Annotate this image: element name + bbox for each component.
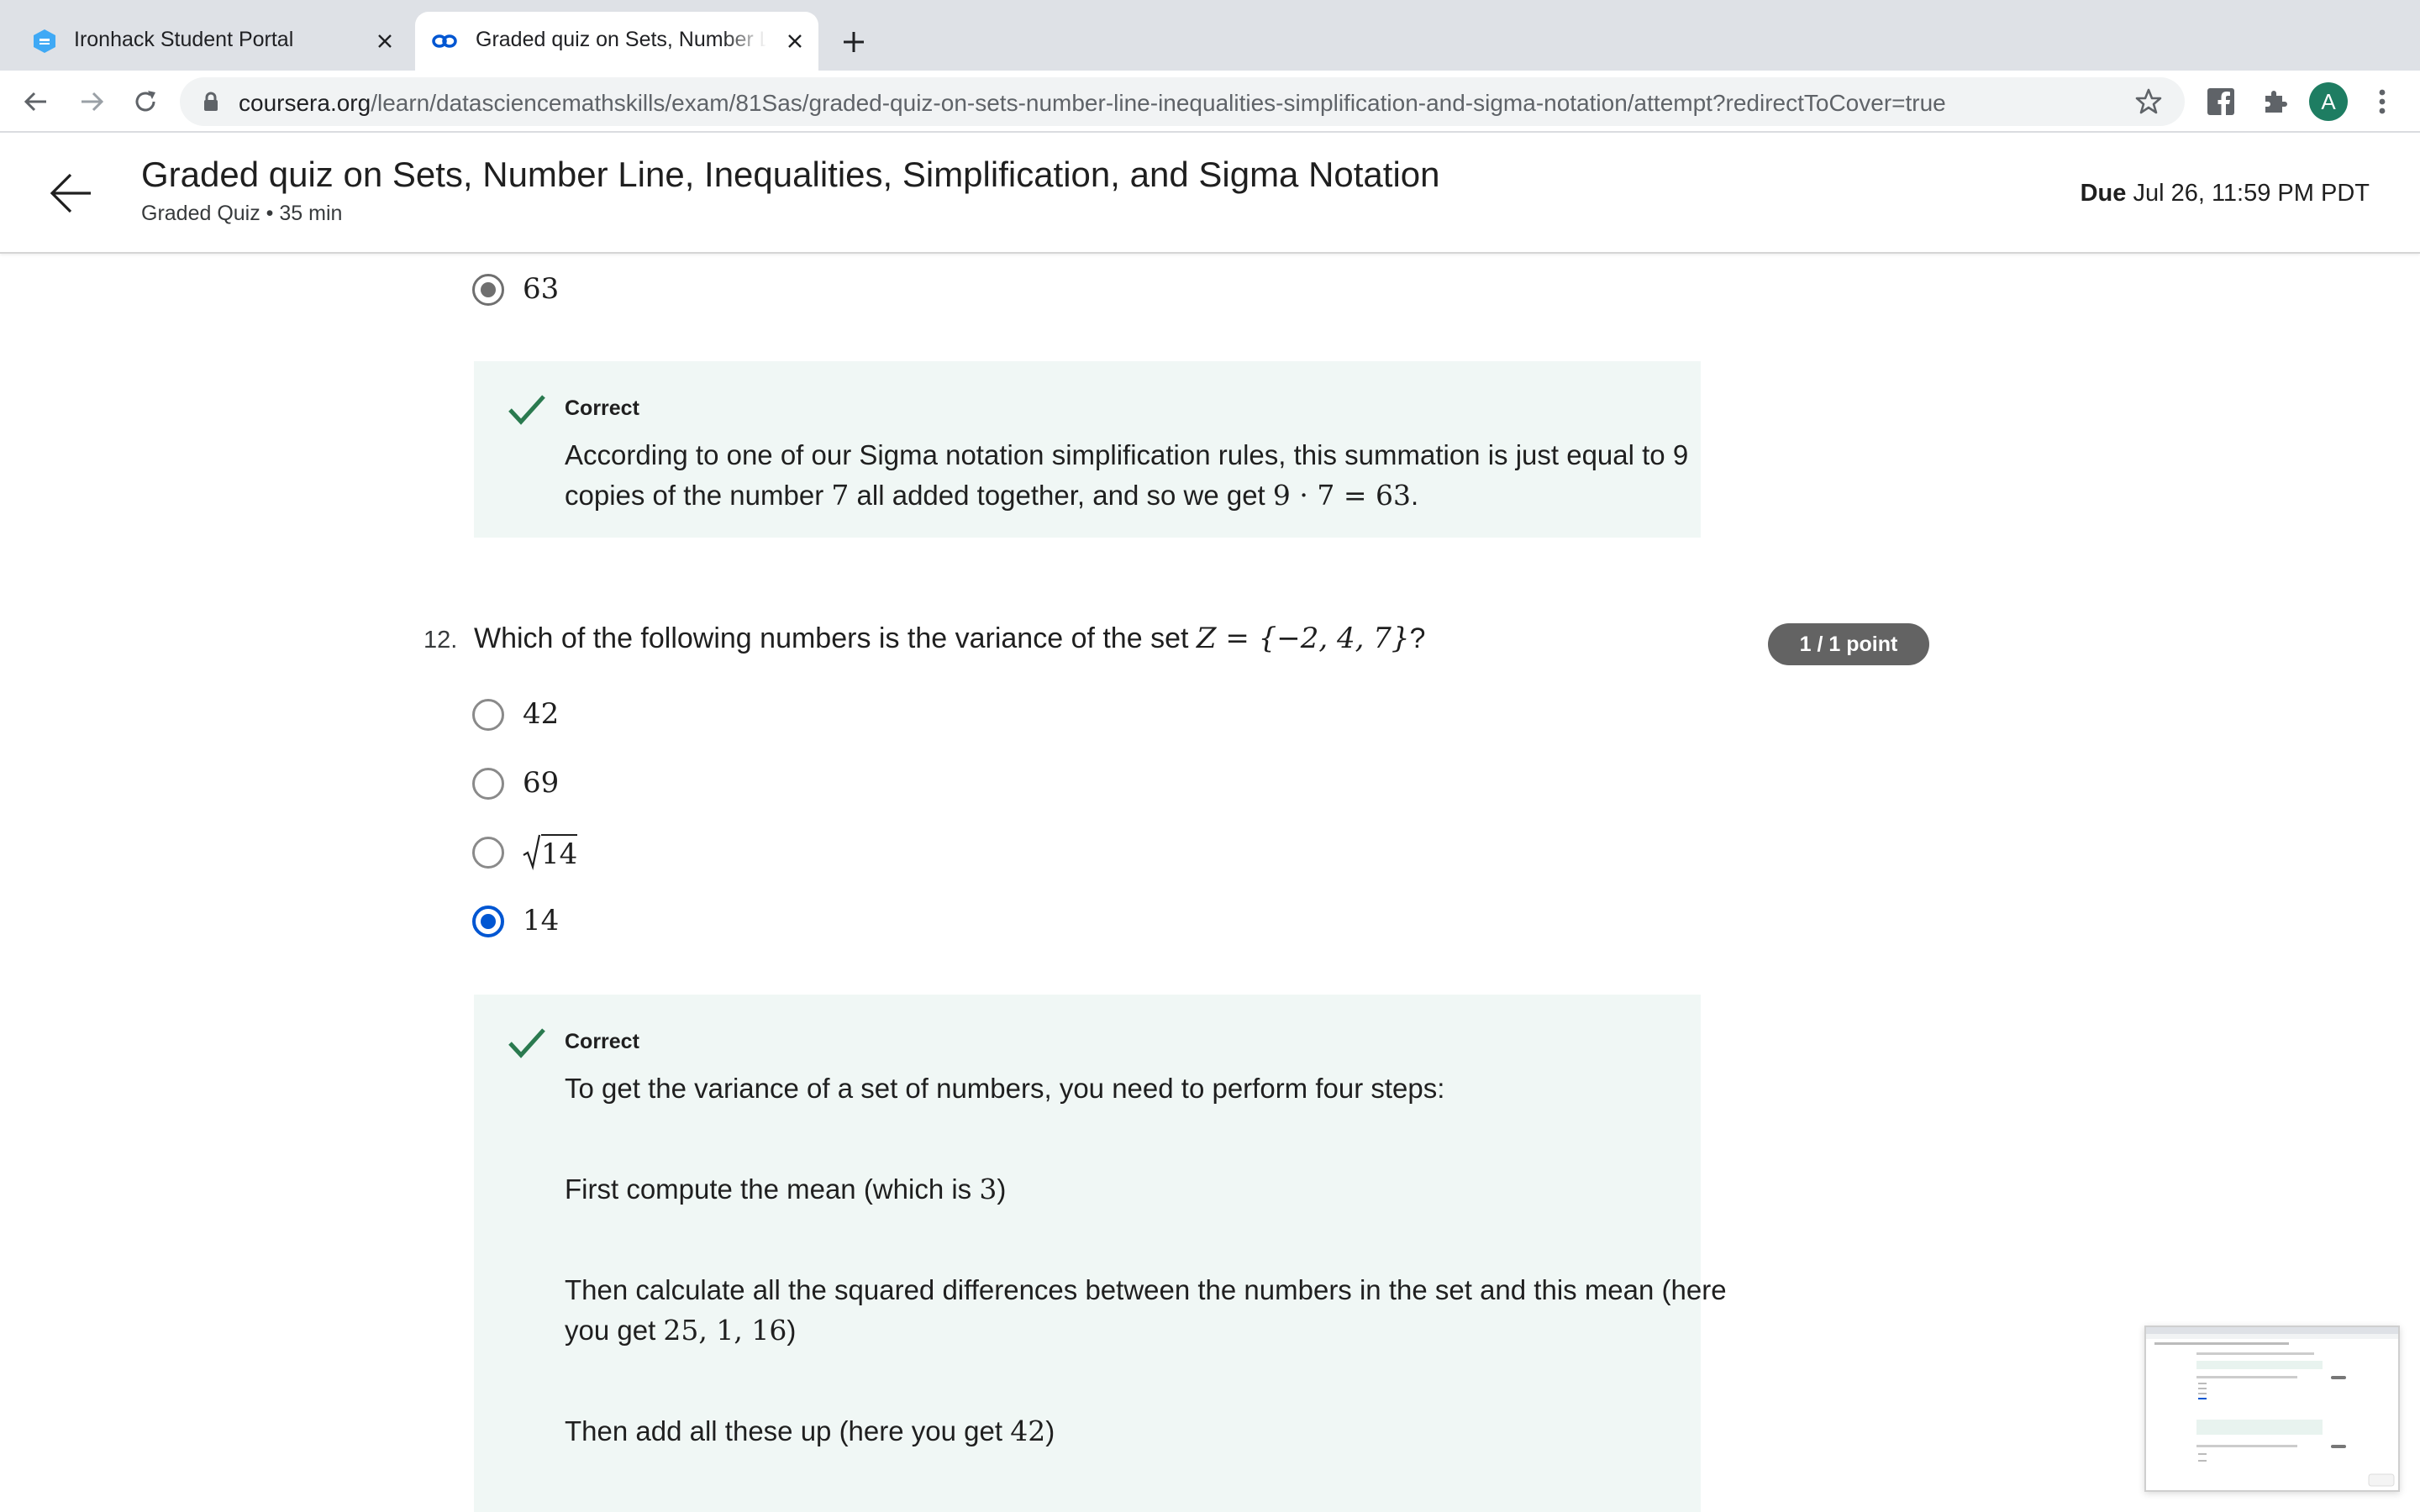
feedback-text-part: First compute the mean (which is	[565, 1173, 980, 1205]
page-title: Graded quiz on Sets, Number Line, Inequa…	[141, 155, 1440, 194]
url-host: coursera.org	[239, 90, 371, 116]
profile-avatar[interactable]: A	[2309, 82, 2348, 121]
screenshot-thumbnail[interactable]	[2144, 1326, 2400, 1492]
due-label: Due	[2080, 180, 2127, 207]
feedback-text-part: )	[997, 1173, 1007, 1205]
tab-coursera-quiz[interactable]: Graded quiz on Sets, Number Line	[415, 12, 818, 71]
question-text: Which of the following numbers is the va…	[474, 622, 1425, 655]
reload-icon[interactable]	[128, 84, 163, 119]
checkmark-icon	[508, 393, 546, 427]
q12-option-label: 42	[523, 697, 560, 731]
bookmark-star-icon[interactable]	[2134, 87, 2163, 116]
feedback-text-part: .	[1411, 480, 1419, 511]
browser-toolbar: coursera.org/learn/datasciencemathskills…	[0, 71, 2420, 133]
browser-tab-strip: Ironhack Student Portal Graded quiz on S…	[0, 0, 2420, 71]
tab-close-icon[interactable]	[370, 26, 400, 56]
feedback-text-part: Then add all these up (here you get	[565, 1415, 1011, 1446]
coursera-favicon-icon	[430, 27, 459, 55]
q11-option-label: 63	[523, 272, 560, 306]
back-arrow-icon[interactable]	[47, 170, 94, 217]
due-value: Jul 26, 11:59 PM PDT	[2133, 180, 2370, 207]
extensions-puzzle-icon[interactable]	[2257, 84, 2292, 119]
feedback-intro: To get the variance of a set of numbers,…	[565, 1073, 1445, 1104]
tab-title: Graded quiz on Sets, Number Line	[476, 28, 766, 51]
q12-option-sqrt: 14	[523, 833, 578, 871]
question-text-part: ?	[1409, 622, 1426, 654]
quiz-content: 63 Correct According to one of our Sigma…	[0, 254, 2420, 1512]
question-text-part: Which of the following numbers is the va…	[474, 622, 1197, 654]
q12-option-label: 69	[523, 766, 560, 800]
feedback-step-3: Then add all these up (here you get 42)	[565, 1411, 1775, 1452]
back-arrow-icon[interactable]	[18, 84, 54, 119]
forward-arrow-icon[interactable]	[74, 84, 109, 119]
math-inline: 42	[1010, 1415, 1046, 1447]
math-inline: 3	[979, 1173, 997, 1205]
quiz-header: Graded quiz on Sets, Number Line, Inequa…	[0, 133, 2420, 254]
menu-kebab-icon[interactable]	[2365, 84, 2400, 119]
ironhack-favicon-icon	[30, 27, 59, 55]
new-tab-plus-icon[interactable]	[837, 25, 871, 59]
tab-title: Ironhack Student Portal	[74, 28, 294, 51]
score-badge: 1 / 1 point	[1768, 623, 1929, 665]
feedback-title: Correct	[565, 396, 639, 420]
address-bar[interactable]: coursera.org/learn/datasciencemathskills…	[180, 77, 2185, 126]
checkmark-icon	[508, 1026, 546, 1060]
feedback-text-part: )	[1045, 1415, 1055, 1446]
math-inline: 25, 1, 16	[663, 1314, 787, 1347]
q11-feedback-panel: Correct According to one of our Sigma no…	[474, 361, 1701, 538]
math-inline: 9 · 7 = 63	[1272, 479, 1411, 512]
feedback-step-2: Then calculate all the squared differenc…	[565, 1270, 1775, 1351]
tab-ironhack[interactable]: Ironhack Student Portal	[17, 12, 408, 71]
q12-feedback-panel: Correct To get the variance of a set of …	[474, 995, 1727, 1512]
due-date: Due Jul 26, 11:59 PM PDT	[2081, 180, 2370, 207]
lock-icon	[200, 91, 222, 113]
math-inline: 7	[831, 479, 850, 512]
quiz-meta: Graded Quiz • 35 min	[141, 202, 343, 225]
feedback-text-part: all added together, and so we get	[849, 480, 1273, 511]
question-number: 12.	[424, 627, 458, 654]
sqrt-symbol-icon	[523, 834, 541, 871]
feedback-text-part: you get	[565, 1315, 664, 1346]
feedback-text-part: copies of the number	[565, 480, 832, 511]
url-text: coursera.org/learn/datasciencemathskills…	[239, 90, 1946, 117]
feedback-line: According to one of our Sigma notation s…	[565, 439, 1689, 470]
q11-option-radio-selected[interactable]	[472, 274, 504, 306]
feedback-step-1: First compute the mean (which is 3)	[565, 1169, 1775, 1210]
thumbnail-preview-icon	[2146, 1327, 2398, 1487]
feedback-text-part: )	[786, 1315, 797, 1346]
feedback-text: According to one of our Sigma notation s…	[565, 435, 1775, 516]
q12-option-radio[interactable]	[472, 837, 504, 869]
feedback-line: Then calculate all the squared differenc…	[565, 1274, 1727, 1305]
url-path: /learn/datasciencemathskills/exam/81Sas/…	[371, 90, 1946, 116]
tab-close-icon[interactable]	[780, 26, 810, 56]
math-inline: Z = {−2, 4, 7}	[1196, 622, 1410, 655]
q12-option-radio[interactable]	[472, 768, 504, 800]
facebook-extension-icon[interactable]	[2203, 84, 2238, 119]
sqrt-radicand: 14	[541, 834, 578, 871]
q12-option-label: 14	[523, 904, 560, 937]
q12-option-radio[interactable]	[472, 699, 504, 731]
feedback-title: Correct	[565, 1030, 639, 1053]
q12-option-radio-selected[interactable]	[472, 906, 504, 937]
